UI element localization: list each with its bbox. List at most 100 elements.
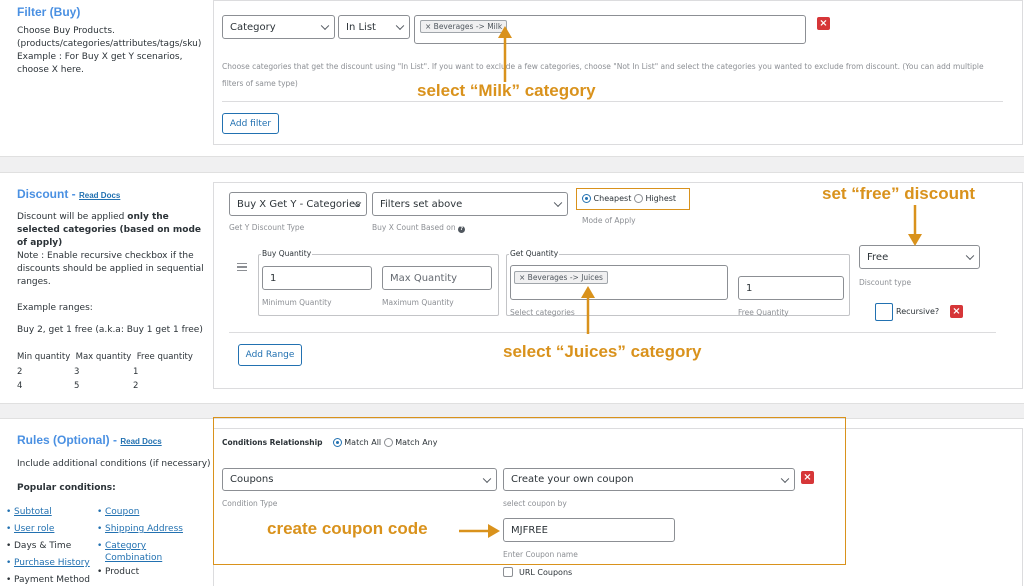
range-divider: [229, 332, 996, 333]
count-based-value: Filters set above: [380, 198, 463, 210]
chevron-down-icon: [395, 21, 405, 31]
condition-link-user-role[interactable]: User role: [6, 521, 90, 538]
condition-days-time: Days & Time: [6, 538, 90, 555]
arrow-right-icon: [459, 524, 500, 538]
mode-of-apply-label: Mode of Apply: [582, 216, 636, 225]
discount-example-heading: Example ranges:: [17, 303, 93, 313]
coupon-by-select[interactable]: Create your own coupon: [503, 468, 795, 491]
arrow-down-icon: [908, 205, 922, 246]
get-quantity-legend: Get Quantity: [509, 249, 560, 258]
match-all-radio[interactable]: [332, 438, 342, 447]
match-any-label: Match Any: [395, 438, 438, 447]
get-category-label: Select categories: [510, 308, 575, 317]
filter-desc-2: (products/categories/attributes/tags/sku…: [17, 39, 202, 49]
free-quantity-label: Free Quantity: [738, 308, 789, 317]
chevron-down-icon: [482, 474, 492, 483]
recursive-checkbox[interactable]: [875, 303, 893, 321]
url-coupons-checkbox[interactable]: [503, 567, 513, 577]
annotation-free: set “free” discount: [822, 184, 976, 203]
condition-remove-button[interactable]: ×: [801, 471, 814, 484]
discount-note: Note : Enable recursive checkbox if the …: [17, 251, 204, 287]
condition-link-purchase-history[interactable]: Purchase History: [6, 555, 90, 572]
popular-conditions-heading: Popular conditions:: [17, 483, 116, 493]
chevron-down-icon: [553, 198, 563, 208]
range-remove-button[interactable]: ×: [950, 305, 963, 318]
mode-highest-radio[interactable]: [633, 194, 643, 203]
count-based-label: Buy X Count Based on ?: [372, 223, 466, 233]
example-cell: 5: [74, 381, 80, 391]
filter-category-chip[interactable]: × Beverages -> Milk: [420, 20, 508, 33]
count-based-select[interactable]: Filters set above: [372, 192, 568, 216]
example-cell: 3: [74, 367, 80, 377]
condition-link-category-combination[interactable]: Category Combination: [97, 538, 199, 564]
condition-payment-method: Payment Method: [6, 572, 90, 586]
max-quantity-input[interactable]: Max Quantity: [382, 266, 492, 290]
condition-link-shipping-address[interactable]: Shipping Address: [97, 521, 199, 538]
mode-highest-label: Highest: [645, 194, 677, 203]
rules-title: Rules (Optional) - Read Docs: [17, 433, 162, 447]
free-quantity-input[interactable]: 1: [738, 276, 844, 300]
get-category-chip[interactable]: × Beverages -> Juices: [514, 271, 608, 284]
annotation-juices: select “Juices” category: [503, 342, 702, 361]
annotation-coupon: create coupon code: [267, 519, 428, 538]
match-all-label: Match All: [344, 438, 382, 447]
condition-link-coupon[interactable]: Coupon: [97, 504, 199, 521]
arrow-up-icon: [581, 286, 595, 334]
filter-divider: [222, 101, 1003, 102]
coupon-by-value: Create your own coupon: [511, 474, 634, 485]
discount-type-label: Get Y Discount Type: [229, 223, 305, 232]
discount-type-free-label: Discount type: [859, 278, 912, 287]
conditions-relationship-label: Conditions Relationship: [222, 438, 323, 447]
url-coupons-label: URL Coupons: [519, 568, 573, 577]
filter-type-select[interactable]: Category: [222, 15, 335, 39]
min-quantity-label: Minimum Quantity: [262, 298, 332, 307]
add-filter-button[interactable]: Add filter: [222, 113, 279, 134]
condition-type-value: Coupons: [230, 474, 274, 485]
add-range-button[interactable]: Add Range: [238, 344, 302, 366]
condition-product: Product: [97, 564, 199, 581]
arrow-up-icon: [498, 26, 512, 82]
popular-conditions-col2: Coupon Shipping Address Category Combina…: [97, 504, 199, 581]
example-cell: 2: [133, 381, 139, 391]
mode-of-apply: Cheapest Highest: [582, 194, 676, 203]
conditions-relationship-row: Conditions Relationship Match All Match …: [222, 438, 437, 447]
condition-type-label: Condition Type: [222, 499, 278, 508]
max-quantity-label: Maximum Quantity: [382, 298, 454, 307]
rules-read-docs-link[interactable]: Read Docs: [120, 437, 161, 446]
filter-help-text: Choose categories that get the discount …: [222, 62, 984, 88]
coupon-code-input[interactable]: MJFREE: [503, 518, 675, 542]
coupon-name-label: Enter Coupon name: [503, 550, 578, 559]
discount-type-select[interactable]: Buy X Get Y - Categories: [229, 192, 367, 216]
match-any-radio[interactable]: [383, 438, 393, 447]
discount-buy2-text: Buy 2, get 1 free (a.k.a: Buy 1 get 1 fr…: [17, 325, 203, 335]
filter-desc-1: Choose Buy Products.: [17, 26, 115, 36]
count-based-label-text: Buy X Count Based on: [372, 223, 456, 232]
filter-type-value: Category: [230, 21, 276, 33]
min-quantity-input[interactable]: 1: [262, 266, 372, 290]
filter-title: Filter (Buy): [17, 5, 81, 19]
rules-title-text: Rules (Optional) -: [17, 433, 121, 447]
recursive-label: Recursive?: [896, 307, 940, 316]
filter-desc-3: Example : For Buy X get Y scenarios, cho…: [17, 52, 183, 75]
chevron-down-icon: [965, 251, 975, 261]
help-icon[interactable]: ?: [458, 226, 466, 233]
chevron-down-icon: [780, 474, 790, 483]
example-cell: 4: [17, 381, 23, 391]
example-cell: 2: [17, 367, 23, 377]
condition-link-subtotal[interactable]: Subtotal: [6, 504, 90, 521]
filter-operator-value: In List: [346, 21, 376, 33]
filter-operator-select[interactable]: In List: [338, 15, 410, 39]
example-cell: 1: [133, 367, 139, 377]
mode-cheapest-radio[interactable]: [582, 194, 591, 203]
discount-desc-pre: Discount will be applied: [17, 212, 128, 222]
rules-desc: Include additional conditions (if necess…: [17, 459, 211, 469]
discount-read-docs-link[interactable]: Read Docs: [79, 191, 120, 200]
discount-type-free-value: Free: [867, 251, 889, 263]
filter-remove-button[interactable]: ×: [817, 17, 830, 30]
popular-conditions-col1: Subtotal User role Days & Time Purchase …: [6, 504, 90, 586]
example-table-header: Min quantity Max quantity Free quantity: [17, 352, 193, 362]
discount-type-free-select[interactable]: Free: [859, 245, 980, 269]
drag-handle-icon[interactable]: [237, 263, 247, 272]
condition-type-select[interactable]: Coupons: [222, 468, 497, 491]
discount-type-value: Buy X Get Y - Categories: [237, 198, 361, 210]
